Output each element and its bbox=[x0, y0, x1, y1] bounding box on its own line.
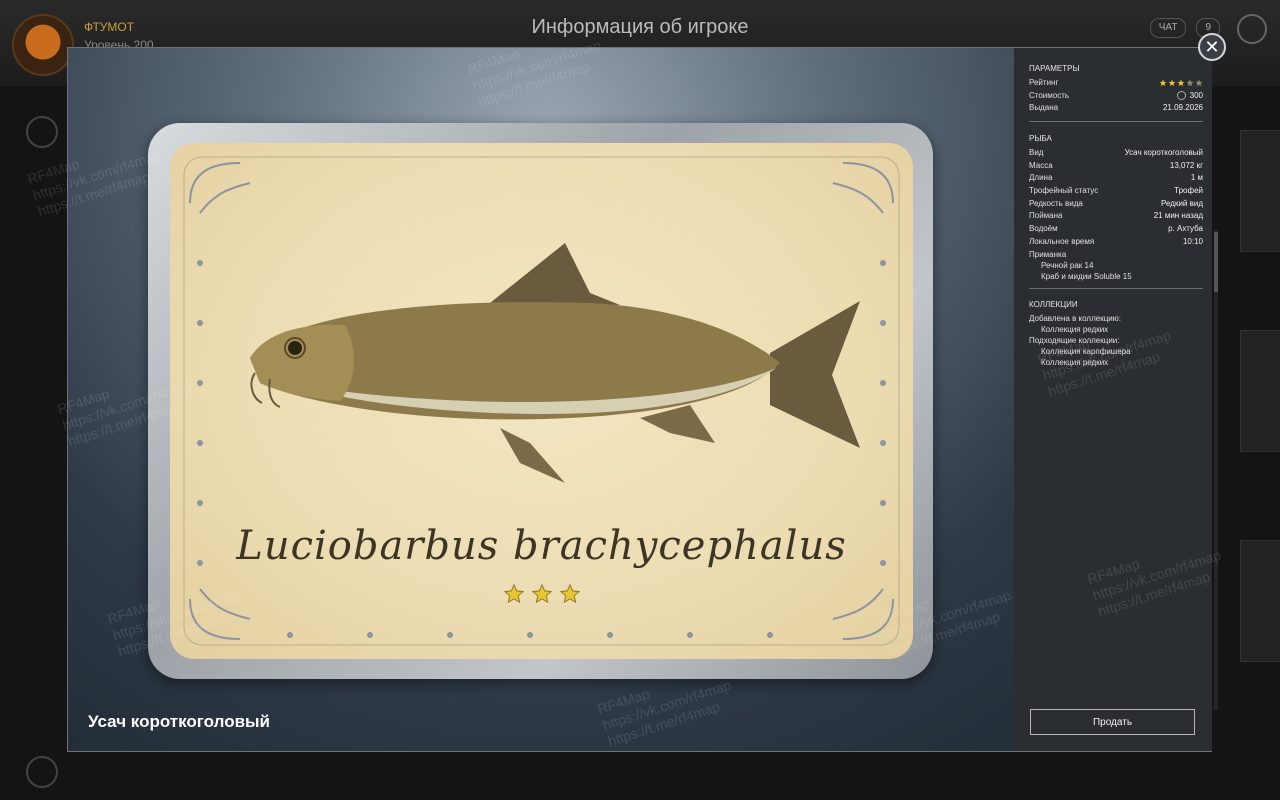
details-panel: ПАРАМЕТРЫ Рейтинг Стоимость 300 Выдана 2… bbox=[1014, 48, 1212, 751]
collections-section: КОЛЛЕКЦИИ Добавлена в коллекцию: Коллекц… bbox=[1029, 300, 1203, 368]
rating-stars bbox=[1159, 77, 1203, 90]
coin-icon bbox=[1176, 91, 1186, 101]
side-card bbox=[1240, 130, 1280, 252]
fish-info-value: 13,072 кг bbox=[1169, 160, 1203, 170]
cost-row: Стоимость 300 bbox=[1029, 90, 1203, 103]
star-empty-icon bbox=[1186, 79, 1194, 87]
close-button[interactable]: ✕ bbox=[1198, 33, 1226, 61]
fish-info-label: Вид bbox=[1029, 148, 1044, 157]
fish-info-value: р. Ахтуба bbox=[1168, 224, 1203, 234]
fish-latin-name: Luciobarbus brachycephalus bbox=[236, 523, 847, 569]
collection-item: Коллекция редких bbox=[1041, 358, 1109, 367]
fish-info-value: 21 мин назад bbox=[1153, 211, 1203, 221]
fish-section: РЫБА Вид Усач короткоголовый Масса 13,072 к… bbox=[1029, 134, 1203, 297]
fish-info-row: Длина 1 м bbox=[1029, 172, 1203, 185]
fish-info-label: Редкость вида bbox=[1029, 198, 1083, 208]
cost-value: 300 bbox=[1189, 90, 1203, 100]
scrollbar-track[interactable] bbox=[1214, 230, 1218, 710]
star-icon bbox=[531, 583, 552, 604]
cost-label: Стоимость bbox=[1029, 90, 1070, 100]
fish-info-value: Редкий вид bbox=[1161, 198, 1203, 208]
fish-info-label: Трофейный статус bbox=[1029, 186, 1099, 196]
rating-label: Рейтинг bbox=[1029, 78, 1059, 87]
card-ornament-frame bbox=[183, 156, 900, 646]
section-title: РЫБА bbox=[1029, 134, 1052, 143]
added-collection-label: Добавлена в коллекцию: bbox=[1029, 314, 1121, 323]
close-icon: ✕ bbox=[1204, 36, 1220, 57]
divider bbox=[1029, 287, 1203, 289]
rating-row: Рейтинг bbox=[1029, 77, 1203, 90]
section-title: КОЛЛЕКЦИИ bbox=[1029, 300, 1078, 309]
bait-item: Краб и мидии Soluble 15 bbox=[1041, 271, 1132, 281]
fish-info-row: Трофейный статус Трофей bbox=[1029, 185, 1203, 198]
sell-button[interactable]: Продать bbox=[1030, 709, 1195, 735]
fish-info-row: Масса 13,072 кг bbox=[1029, 160, 1203, 173]
fish-info-row: Поймана 21 мин назад bbox=[1029, 210, 1203, 223]
parameters-section: ПАРАМЕТРЫ Рейтинг Стоимость 300 Выдана 2… bbox=[1029, 64, 1203, 130]
fish-info-label: Масса bbox=[1029, 160, 1053, 170]
fish-info-label: Водоём bbox=[1029, 224, 1058, 234]
collection-item: Коллекция редких bbox=[1041, 325, 1109, 334]
star-filled-icon bbox=[1159, 79, 1167, 87]
background-close-icon[interactable] bbox=[1237, 14, 1267, 44]
background-page-title: Информация об игроке bbox=[531, 16, 749, 38]
fish-info-label: Длина bbox=[1029, 173, 1053, 183]
side-card bbox=[1240, 540, 1280, 662]
suitable-collection-label: Подходящие коллекции: bbox=[1029, 336, 1120, 345]
suitable-collection-list: Коллекция карпфишера Коллекция редких bbox=[1029, 346, 1203, 368]
fish-info-value: Усач короткоголовый bbox=[1124, 148, 1203, 157]
bait-label: Приманка bbox=[1029, 249, 1067, 259]
issued-value: 21.09.2026 bbox=[1162, 103, 1203, 113]
bait-list: Речной рак 14 Краб и мидии Soluble 15 bbox=[1029, 260, 1203, 282]
fish-card: Luciobarbus brachycephalus bbox=[148, 123, 933, 679]
chat-pill[interactable]: ЧАТ bbox=[1149, 18, 1187, 38]
fish-info-row: Вид Усач короткоголовый bbox=[1029, 147, 1203, 160]
side-circle-icon bbox=[26, 756, 58, 788]
star-empty-icon bbox=[1195, 79, 1203, 87]
collection-item: Коллекция карпфишера bbox=[1041, 347, 1131, 356]
fish-info-value: 1 м bbox=[1190, 173, 1203, 183]
fish-info-label: Поймана bbox=[1029, 211, 1063, 221]
side-circle-icon bbox=[26, 116, 58, 148]
fish-info-value: Трофей bbox=[1174, 186, 1203, 196]
fish-info-label: Локальное время bbox=[1029, 236, 1095, 246]
added-collection-list: Коллекция редких bbox=[1029, 324, 1203, 335]
fish-info-value: 10:10 bbox=[1182, 236, 1203, 246]
star-icon bbox=[503, 583, 524, 604]
fish-illustration bbox=[250, 243, 860, 483]
side-card bbox=[1240, 330, 1280, 452]
scrollbar-thumb[interactable] bbox=[1214, 232, 1218, 292]
star-icon bbox=[559, 583, 580, 604]
fish-info-row: Водоём р. Ахтуба bbox=[1029, 223, 1203, 236]
fish-rows: Вид Усач короткоголовый Масса 13,072 кг Длин… bbox=[1029, 147, 1203, 249]
section-title: ПАРАМЕТРЫ bbox=[1029, 64, 1080, 73]
star-filled-icon bbox=[1177, 79, 1185, 87]
fish-card-stars bbox=[170, 583, 913, 605]
bait-item: Речной рак 14 bbox=[1041, 260, 1094, 270]
fish-info-row: Редкость вида Редкий вид bbox=[1029, 198, 1203, 211]
fish-info-row: Локальное время 10:10 bbox=[1029, 236, 1203, 249]
fish-title: Усач короткоголовый bbox=[88, 712, 270, 731]
star-filled-icon bbox=[1168, 79, 1176, 87]
issued-label: Выдана bbox=[1029, 103, 1059, 113]
fish-card-face: Luciobarbus brachycephalus bbox=[170, 143, 913, 659]
issued-row: Выдана 21.09.2026 bbox=[1029, 102, 1203, 115]
fish-info-modal: Luciobarbus brachycephalus Усач коротког… bbox=[67, 33, 1226, 752]
divider bbox=[1029, 121, 1203, 123]
